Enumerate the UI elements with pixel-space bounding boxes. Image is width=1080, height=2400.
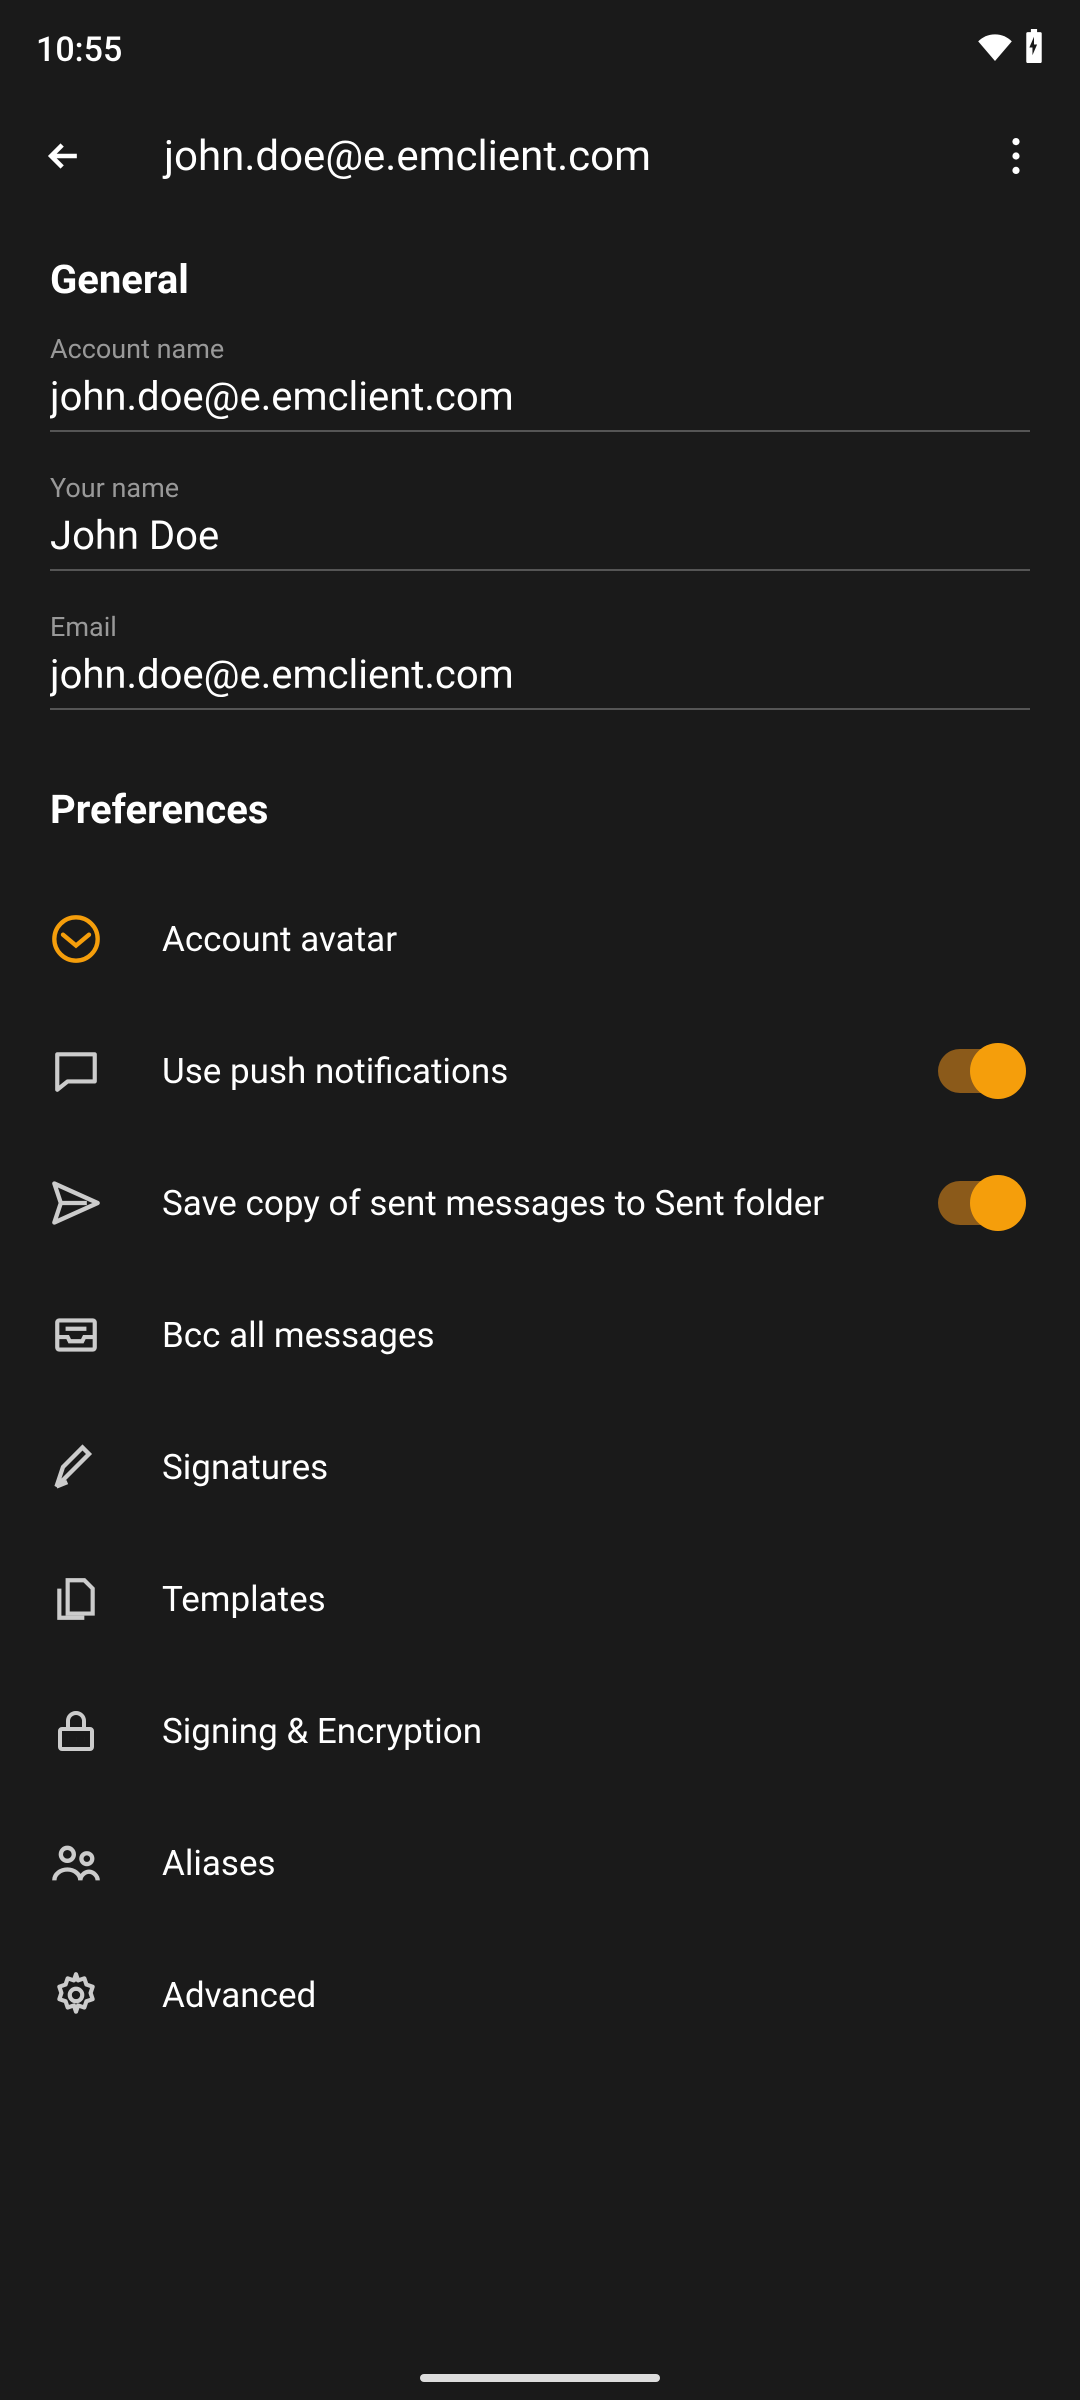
email-field: Email (50, 611, 1030, 710)
more-button[interactable] (980, 120, 1052, 192)
email-input[interactable] (50, 647, 1030, 710)
navigation-handle[interactable] (420, 2374, 660, 2382)
account-name-field: Account name (50, 333, 1030, 432)
your-name-field: Your name (50, 472, 1030, 571)
pref-label: Account avatar (162, 919, 1030, 960)
pref-label: Signing & Encryption (162, 1711, 1030, 1752)
avatar-icon (50, 913, 102, 965)
pref-label: Templates (162, 1579, 1030, 1620)
pref-label: Use push notifications (162, 1051, 878, 1092)
back-button[interactable] (28, 120, 100, 192)
email-label: Email (50, 611, 1030, 643)
pref-aliases[interactable]: Aliases (50, 1797, 1030, 1929)
account-name-label: Account name (50, 333, 1030, 365)
pref-advanced[interactable]: Advanced (50, 1929, 1030, 2061)
pref-label: Signatures (162, 1447, 1030, 1488)
your-name-label: Your name (50, 472, 1030, 504)
pref-signing-encryption[interactable]: Signing & Encryption (50, 1665, 1030, 1797)
pref-label: Advanced (162, 1975, 1030, 2016)
your-name-input[interactable] (50, 508, 1030, 571)
lock-icon (50, 1705, 102, 1757)
general-section-header: General (50, 256, 1030, 303)
pref-templates[interactable]: Templates (50, 1533, 1030, 1665)
pref-label: Bcc all messages (162, 1315, 1030, 1356)
status-time: 10:55 (36, 30, 122, 70)
wifi-icon (978, 30, 1012, 70)
pref-account-avatar[interactable]: Account avatar (50, 873, 1030, 1005)
preferences-section-header: Preferences (50, 786, 1030, 833)
pref-push-notifications[interactable]: Use push notifications (50, 1005, 1030, 1137)
users-icon (50, 1837, 102, 1889)
status-icons (978, 29, 1044, 72)
more-vertical-icon (1012, 138, 1020, 174)
send-icon (50, 1177, 102, 1229)
tray-icon (50, 1309, 102, 1361)
page-title: john.doe@e.emclient.com (164, 132, 980, 181)
pref-signatures[interactable]: Signatures (50, 1401, 1030, 1533)
pref-label: Aliases (162, 1843, 1030, 1884)
arrow-left-icon (42, 134, 86, 178)
pref-label: Save copy of sent messages to Sent folde… (162, 1183, 878, 1224)
save-sent-toggle[interactable] (938, 1181, 1022, 1225)
push-toggle[interactable] (938, 1049, 1022, 1093)
pref-bcc-all[interactable]: Bcc all messages (50, 1269, 1030, 1401)
gear-icon (50, 1969, 102, 2021)
status-bar: 10:55 (0, 0, 1080, 100)
battery-icon (1024, 29, 1044, 72)
account-name-input[interactable] (50, 369, 1030, 432)
documents-icon (50, 1573, 102, 1625)
app-bar: john.doe@e.emclient.com (0, 100, 1080, 212)
pref-save-sent[interactable]: Save copy of sent messages to Sent folde… (50, 1137, 1030, 1269)
pen-icon (50, 1441, 102, 1493)
chat-icon (50, 1045, 102, 1097)
